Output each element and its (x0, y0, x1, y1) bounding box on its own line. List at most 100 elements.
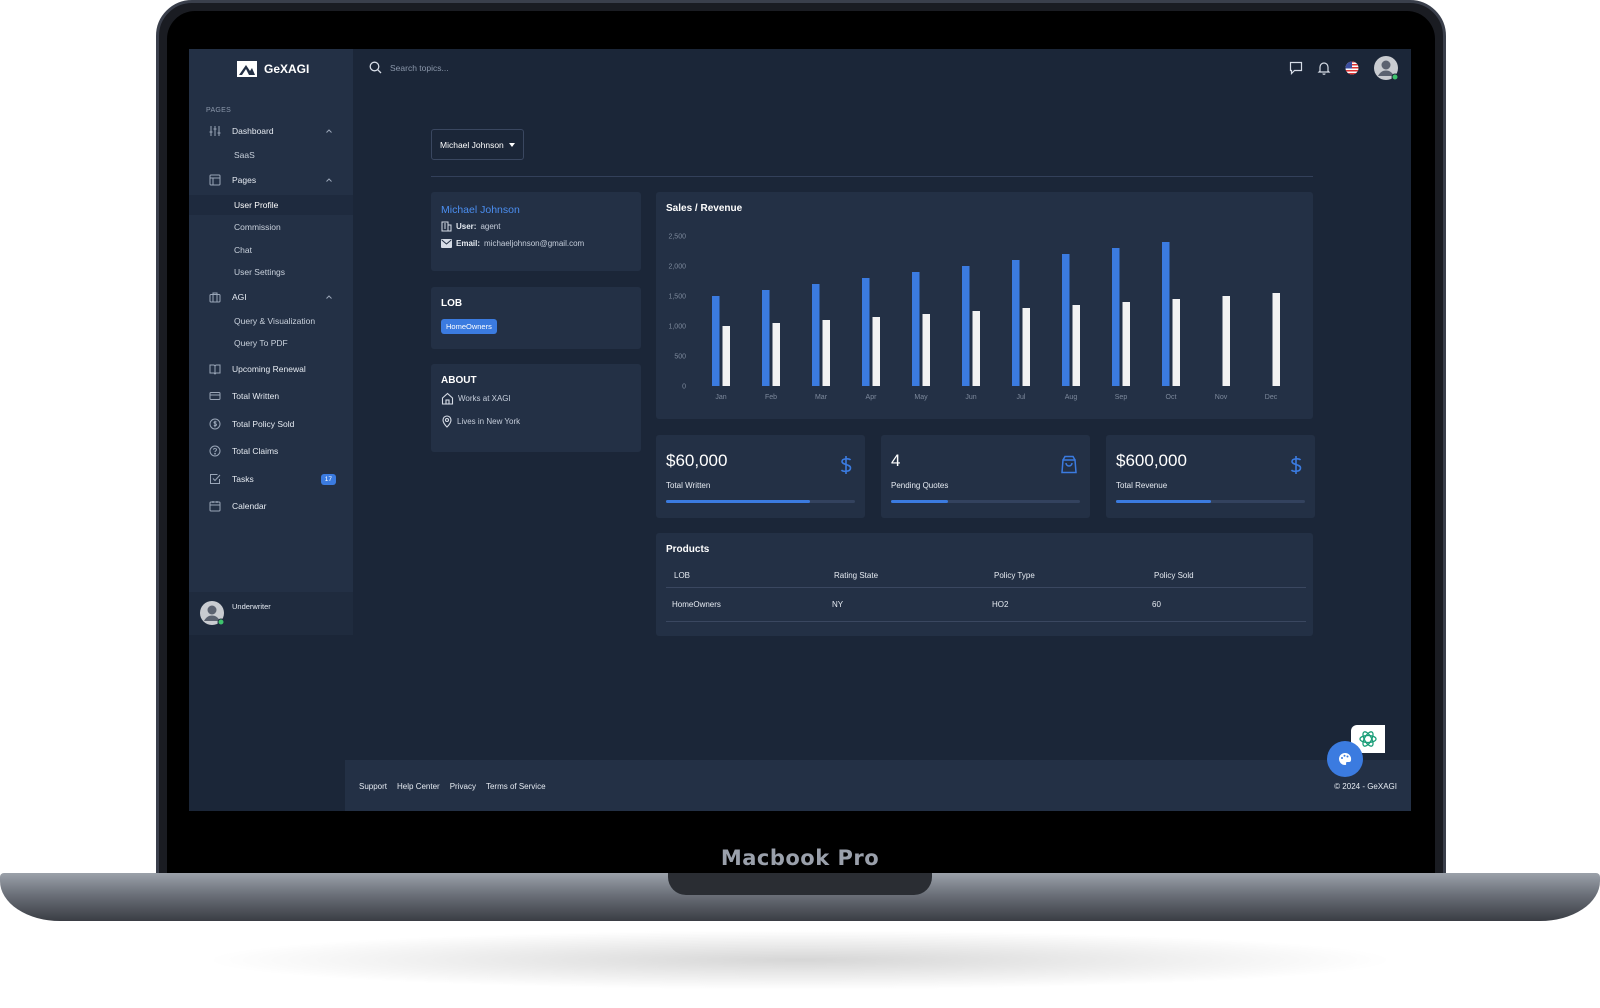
chart-bar[interactable] (1222, 296, 1231, 386)
book-icon (208, 363, 221, 376)
footer-link-support[interactable]: Support (359, 782, 387, 791)
avatar[interactable] (199, 600, 225, 626)
table-row[interactable]: HomeOwners NY HO2 60 (666, 588, 1306, 622)
lob-tag[interactable]: HomeOwners (441, 319, 497, 334)
sidebar-subitem-user-profile[interactable]: User Profile (189, 195, 353, 215)
about-work: Works at XAGI (458, 394, 511, 403)
chart-bar[interactable] (1272, 293, 1281, 386)
sidebar-item-label: AGI (232, 292, 247, 302)
calendar-icon (208, 500, 221, 513)
table-cell: NY (832, 600, 844, 609)
chart-bar[interactable] (762, 290, 770, 386)
shopping-bag-icon (1061, 455, 1077, 474)
divider (431, 176, 1313, 177)
sales-revenue-chart-card: Sales / Revenue 0 500 1,000 1,500 2,000 2,500… (656, 192, 1313, 419)
table-header-cell[interactable]: Policy Sold (1146, 571, 1306, 580)
chart-bar[interactable] (822, 320, 831, 386)
palette-icon (1339, 752, 1352, 765)
sidebar-subitem-query-to-pdf[interactable]: Query To PDF (189, 333, 353, 353)
footer-link-privacy[interactable]: Privacy (450, 782, 476, 791)
sidebar-item-total-written[interactable]: Total Written (189, 384, 353, 408)
map-pin-icon (442, 415, 452, 428)
sidebar-subitem-commission[interactable]: Commission (189, 217, 353, 237)
chart-bar[interactable] (972, 311, 981, 386)
chart-bar[interactable] (1112, 248, 1120, 386)
table-header-cell[interactable]: Rating State (826, 571, 986, 580)
sidebar-item-tasks[interactable]: Tasks 17 (189, 467, 353, 491)
chart-bar[interactable] (962, 266, 970, 386)
x-tick-label: Jan (715, 394, 726, 401)
sidebar-item-label: Tasks (232, 474, 254, 484)
profile-card: Michael Johnson User: agent Email: micha… (431, 192, 641, 271)
chevron-up-icon[interactable] (325, 176, 333, 184)
app-screen: GeXAGI PAGES Dashboard SaaS Pages User P… (189, 49, 1411, 811)
sidebar-subitem-user-settings[interactable]: User Settings (189, 262, 353, 282)
topbar-actions (1289, 55, 1399, 81)
theme-settings-button[interactable] (1327, 741, 1363, 777)
sidebar-item-label: Calendar (232, 501, 267, 511)
email-field-value: michaeljohnson@gmail.com (484, 239, 585, 248)
chart-bar[interactable] (812, 284, 820, 386)
footer: Support Help Center Privacy Terms of Ser… (345, 760, 1411, 811)
sidebar-item-total-claims[interactable]: Total Claims (189, 439, 353, 463)
table-header-cell[interactable]: LOB (666, 571, 826, 580)
search-icon[interactable] (369, 61, 382, 74)
chart-bar[interactable] (922, 314, 931, 386)
dollar-icon (840, 456, 852, 474)
chevron-up-icon[interactable] (325, 293, 333, 301)
chart-bar[interactable] (912, 272, 920, 386)
sidebar-item-pages[interactable]: Pages (189, 168, 353, 192)
chart-bar[interactable] (1162, 242, 1170, 386)
chart-bar[interactable] (862, 278, 870, 386)
y-tick-label: 2,000 (668, 264, 686, 271)
sidebar-subitem-saas[interactable]: SaaS (189, 145, 353, 165)
x-tick-label: Apr (866, 394, 878, 401)
chart-bar[interactable] (1122, 302, 1131, 386)
table-header-cell[interactable]: Policy Type (986, 571, 1146, 580)
chart-bar[interactable] (722, 326, 731, 386)
x-tick-label: Nov (1215, 394, 1228, 401)
device-mockup: Macbook Pro GeXAGI PAGES Dashboard SaaS (0, 0, 1600, 1008)
chart-bar[interactable] (712, 296, 720, 386)
stat-label: Pending Quotes (891, 481, 949, 490)
products-table: LOB Rating State Policy Type Policy Sold… (666, 563, 1306, 622)
chart-bar[interactable] (1172, 299, 1181, 386)
building-icon (441, 221, 452, 232)
footer-link-help-center[interactable]: Help Center (397, 782, 440, 791)
chart-bar[interactable] (1012, 260, 1020, 386)
stat-progress-fill (1116, 500, 1211, 503)
copyright: © 2024 - GeXAGI (1334, 782, 1397, 791)
sidebar-subitem-query-visualization[interactable]: Query & Visualization (189, 311, 353, 331)
bell-icon[interactable] (1317, 61, 1331, 75)
footer-link-terms[interactable]: Terms of Service (486, 782, 546, 791)
user-select-dropdown[interactable]: Michael Johnson (431, 129, 524, 160)
about-title: ABOUT (441, 375, 477, 386)
chart-bar[interactable] (1072, 305, 1081, 386)
chart-bar[interactable] (872, 317, 881, 386)
us-flag-icon[interactable] (1345, 61, 1359, 75)
sidebar-subitem-chat[interactable]: Chat (189, 240, 353, 260)
app-logo[interactable]: GeXAGI (237, 61, 309, 77)
chevron-up-icon[interactable] (325, 127, 333, 135)
sidebar-item-agi[interactable]: AGI (189, 285, 353, 309)
sidebar-item-calendar[interactable]: Calendar (189, 494, 353, 518)
sidebar: GeXAGI PAGES Dashboard SaaS Pages User P… (189, 49, 353, 635)
chart-bar[interactable] (772, 323, 781, 386)
y-tick-label: 0 (682, 384, 686, 391)
x-tick-label: Oct (1166, 394, 1177, 401)
sidebar-item-total-policy-sold[interactable]: Total Policy Sold (189, 412, 353, 436)
profile-name[interactable]: Michael Johnson (441, 204, 520, 216)
chart-bar[interactable] (1022, 308, 1031, 386)
search-input[interactable] (390, 62, 550, 73)
avatar[interactable] (1373, 55, 1399, 81)
help-circle-icon (208, 445, 221, 458)
profile-email-row: Email: michaeljohnson@gmail.com (441, 239, 584, 248)
sidebar-user[interactable]: Underwriter (189, 592, 353, 635)
x-tick-label: May (914, 394, 928, 401)
sidebar-item-dashboard[interactable]: Dashboard (189, 119, 353, 143)
sidebar-item-upcoming-renewal[interactable]: Upcoming Renewal (189, 357, 353, 381)
y-tick-label: 500 (674, 354, 686, 361)
message-icon[interactable] (1289, 61, 1303, 75)
sidebar-item-label: Total Policy Sold (232, 419, 295, 429)
chart-bar[interactable] (1062, 254, 1070, 386)
